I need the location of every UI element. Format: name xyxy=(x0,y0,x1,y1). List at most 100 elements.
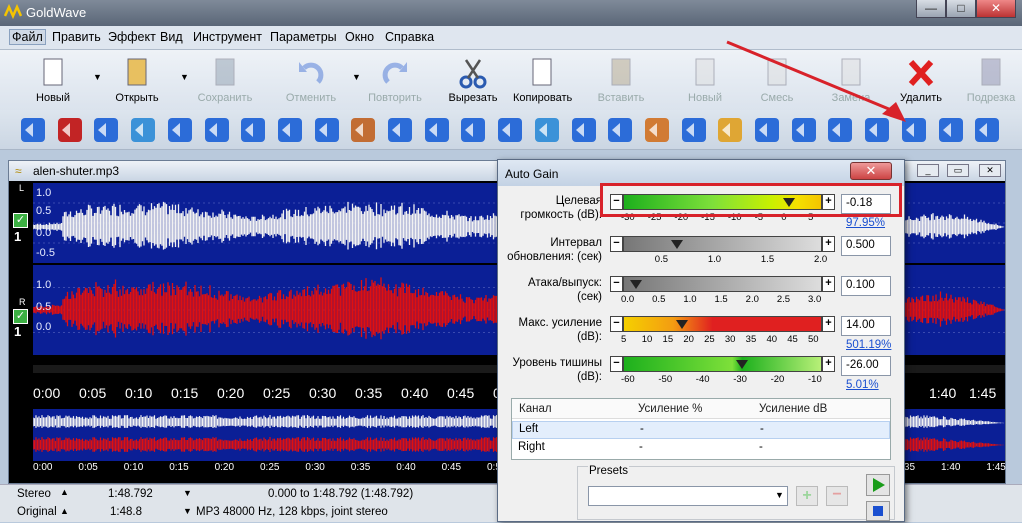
toolbar-new-file-button[interactable]: Новый xyxy=(24,52,82,110)
play-preview-button[interactable] xyxy=(866,474,890,496)
param-slider[interactable] xyxy=(623,356,822,372)
toolbar-open-folder-button[interactable]: Открыть xyxy=(108,52,166,110)
minimize-button[interactable]: — xyxy=(916,0,946,18)
param-value-field[interactable]: 0.500 xyxy=(841,236,891,256)
matcher-effect-button[interactable] xyxy=(934,113,968,147)
time-warp-effect-button[interactable] xyxy=(677,113,711,147)
resample-effect-button[interactable] xyxy=(567,113,601,147)
close-button[interactable]: ✕ xyxy=(976,0,1016,18)
param-percent-link[interactable]: 5.01% xyxy=(846,379,879,391)
menu-options[interactable]: Параметры xyxy=(270,30,337,44)
volume-change-effect-button[interactable] xyxy=(16,113,50,147)
pan-effect-button[interactable] xyxy=(420,113,454,147)
chevron-down-icon[interactable]: ▼ xyxy=(93,72,102,82)
noise-reduction-effect-button[interactable] xyxy=(346,113,380,147)
menu-edit[interactable]: Править xyxy=(52,30,101,44)
menu-effect[interactable]: Эффект xyxy=(108,30,156,44)
toolbar-redo-button[interactable]: Повторить xyxy=(366,52,424,110)
invert-effect-button[interactable] xyxy=(273,113,307,147)
chevron-up-icon[interactable]: ▲ xyxy=(60,487,69,497)
menu-view[interactable]: Вид xyxy=(160,30,183,44)
add-preset-button[interactable]: + xyxy=(796,486,818,506)
doppler-effect-button[interactable] xyxy=(89,113,123,147)
chevron-down-icon[interactable]: ▼ xyxy=(183,488,192,498)
table-header[interactable]: Канал xyxy=(519,403,552,415)
slider-thumb[interactable] xyxy=(736,360,749,369)
param-percent-link[interactable]: 97.95% xyxy=(846,217,885,229)
toolbar-replace-button[interactable]: Замена xyxy=(822,52,880,110)
chevron-up-icon[interactable]: ▲ xyxy=(60,506,69,516)
menu-file[interactable]: Файл xyxy=(9,29,46,45)
doc-maximize-button[interactable]: ▭ xyxy=(947,164,969,177)
right-channel-checkbox[interactable]: ✓ xyxy=(13,309,28,324)
slider-thumb[interactable] xyxy=(629,280,642,289)
param-value-field[interactable]: 14.00 xyxy=(841,316,891,336)
increase-button[interactable]: + xyxy=(822,316,835,332)
slider-thumb[interactable] xyxy=(670,240,683,249)
toolbar-mix-button[interactable]: Смесь xyxy=(748,52,806,110)
interpolate-effect-button[interactable] xyxy=(787,113,821,147)
table-row[interactable]: Left - - xyxy=(512,421,890,439)
decrease-button[interactable]: − xyxy=(610,356,623,372)
maximize-button[interactable]: □ xyxy=(946,0,976,18)
param-slider[interactable] xyxy=(623,316,822,332)
chevron-down-icon[interactable]: ▼ xyxy=(183,506,192,516)
increase-button[interactable]: + xyxy=(822,356,835,372)
pop-click-effect-button[interactable] xyxy=(750,113,784,147)
decrease-button[interactable]: − xyxy=(610,276,623,292)
param-percent-link[interactable]: 501.19% xyxy=(846,339,891,351)
menu-window[interactable]: Окно xyxy=(345,30,374,44)
table-header[interactable]: Усиление dB xyxy=(759,403,827,415)
dynamics-effect-button[interactable] xyxy=(713,113,747,147)
volume-shape-effect-button[interactable] xyxy=(897,113,931,147)
doc-minimize-button[interactable]: _ xyxy=(917,164,939,177)
volume-shape-icon xyxy=(901,118,926,142)
toolbar-copy-button[interactable]: Копировать xyxy=(513,52,572,110)
maximizer-effect-button[interactable] xyxy=(970,113,1004,147)
presets-dropdown[interactable]: ▼ xyxy=(588,486,788,506)
increase-button[interactable]: + xyxy=(822,236,835,252)
slider-thumb[interactable] xyxy=(676,320,689,329)
decrease-button[interactable]: − xyxy=(610,316,623,332)
reverse-effect-button[interactable] xyxy=(493,113,527,147)
param-value-field[interactable]: 0.100 xyxy=(841,276,891,296)
param-slider[interactable] xyxy=(623,236,822,252)
chevron-down-icon[interactable]: ▼ xyxy=(352,72,361,82)
slider-tick-label: 45 xyxy=(787,334,798,345)
left-channel-checkbox[interactable]: ✓ xyxy=(13,213,28,228)
spectrum-filter-effect-button[interactable] xyxy=(640,113,674,147)
table-header[interactable]: Усиление % xyxy=(638,403,702,415)
auto-gain-effect-button[interactable] xyxy=(860,113,894,147)
flanger-effect-button[interactable] xyxy=(236,113,270,147)
fade-in-effect-button[interactable] xyxy=(200,113,234,147)
table-row[interactable]: Right - - xyxy=(512,440,890,458)
toolbar-save-disk-button[interactable]: Сохранить xyxy=(196,52,254,110)
decrease-button[interactable]: − xyxy=(610,236,623,252)
increase-button[interactable]: + xyxy=(822,276,835,292)
menu-help[interactable]: Справка xyxy=(385,30,434,44)
status-channel-mode[interactable]: Stereo xyxy=(17,488,51,500)
stop-preview-button[interactable] xyxy=(866,501,890,521)
offset-effect-button[interactable] xyxy=(383,113,417,147)
filter-effect-button[interactable] xyxy=(163,113,197,147)
equalizer-effect-button[interactable] xyxy=(603,113,637,147)
remove-preset-button[interactable]: − xyxy=(826,486,848,506)
toolbar-undo-button[interactable]: Отменить xyxy=(282,52,340,110)
doc-close-button[interactable]: ✕ xyxy=(979,164,1001,177)
toolbar-delete-x-button[interactable]: Удалить xyxy=(892,52,950,110)
echo-effect-button[interactable] xyxy=(126,113,160,147)
menu-tools[interactable]: Инструмент xyxy=(193,30,262,44)
toolbar-paste-button[interactable]: Вставить xyxy=(592,52,650,110)
silence-effect-button[interactable] xyxy=(53,113,87,147)
toolbar-scissors-button[interactable]: Вырезать xyxy=(444,52,502,110)
dialog-close-button[interactable]: ✕ xyxy=(850,162,892,180)
param-slider[interactable] xyxy=(623,276,822,292)
playback-rate-effect-button[interactable] xyxy=(456,113,490,147)
toolbar-trim-button[interactable]: Подрезка xyxy=(962,52,1020,110)
chevron-down-icon[interactable]: ▼ xyxy=(180,72,189,82)
toolbar-paste-new-button[interactable]: Новый xyxy=(676,52,734,110)
reverb-effect-button[interactable] xyxy=(530,113,564,147)
param-value-field[interactable]: -26.00 xyxy=(841,356,891,376)
mechanize-effect-button[interactable] xyxy=(310,113,344,147)
compressor-effect-button[interactable] xyxy=(823,113,857,147)
